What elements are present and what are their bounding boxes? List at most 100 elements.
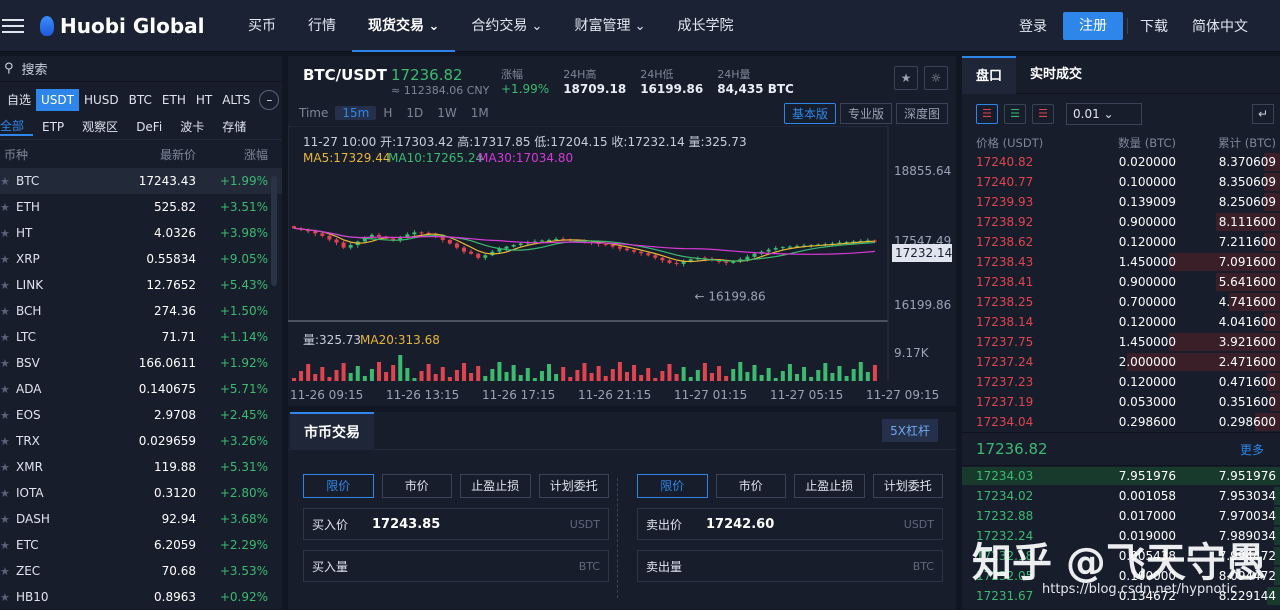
coin-row[interactable]: ★ ETH 525.82 +3.51% [0,194,282,220]
interval-select[interactable]: 15m [335,106,377,120]
coin-row[interactable]: ★ BCH 274.36 +1.50% [0,298,282,324]
star-icon[interactable]: ★ [0,487,16,500]
subtab-polkadot[interactable]: 波卡 [171,118,213,135]
orderbook-row[interactable]: 17238.25 0.700000 4.741600 [962,292,1280,312]
star-icon[interactable]: ★ [0,331,16,344]
tab-btc[interactable]: BTC [124,89,157,111]
view-depth[interactable]: 深度图 [895,102,948,124]
coin-row[interactable]: ★ LINK 12.7652 +5.43% [0,272,282,298]
coin-row[interactable]: ★ HB10 0.8963 +0.92% [0,584,282,610]
coin-row[interactable]: ★ ZEC 70.68 +3.53% [0,558,282,584]
tab-alts[interactable]: ALTS [217,89,255,111]
logo[interactable]: Huobi Global [40,14,210,38]
tab-husd[interactable]: HUSD [79,89,124,111]
order-plan[interactable]: 计划委托 [872,474,943,498]
orderbook-row[interactable]: 17237.24 2.000000 2.471600 [962,352,1280,372]
tab-ht[interactable]: HT [191,89,217,111]
star-icon[interactable]: ★ [0,513,16,526]
coin-row[interactable]: ★ LTC 71.71 +1.14% [0,324,282,350]
buy-price-field[interactable]: 买入价 17243.85 USDT [303,508,609,540]
coin-row[interactable]: ★ EOS 2.9708 +2.45% [0,402,282,428]
orderbook-row[interactable]: 17238.14 0.120000 4.041600 [962,312,1280,332]
order-market[interactable]: 市价 [715,474,786,498]
order-plan[interactable]: 计划委托 [538,474,609,498]
coin-row[interactable]: ★ IOTA 0.3120 +2.80% [0,480,282,506]
col-coin[interactable]: 币种 [0,146,96,163]
download-link[interactable]: 下载 [1128,16,1180,36]
scrollbar[interactable] [271,176,277,286]
nav-buy-coin[interactable]: 买币 [232,0,292,52]
coin-row[interactable]: ★ DASH 92.94 +3.68% [0,506,282,532]
star-icon[interactable]: ★ [0,201,16,214]
star-icon[interactable]: ★ [0,357,16,370]
orderbook-row[interactable]: 17234.03 7.951976 7.951976 [962,466,1280,486]
time-label[interactable]: Time [292,106,335,120]
coin-row[interactable]: ★ ADA 0.140675 +5.71% [0,376,282,402]
view-basic[interactable]: 基本版 [783,102,836,124]
coin-row[interactable]: ★ BTC 17243.43 +1.99% [0,168,282,194]
asks-view-icon[interactable]: ☰ [1032,104,1054,124]
sell-price-field[interactable]: 卖出价 17242.60 USDT [637,508,943,540]
bids-view-icon[interactable]: ☰ [1004,104,1026,124]
interval-1d[interactable]: 1D [399,106,430,120]
coin-row[interactable]: ★ XMR 119.88 +5.31% [0,454,282,480]
nav-academy[interactable]: 成长学院 [661,0,749,52]
theme-icon[interactable]: ☼ [924,66,948,90]
tab-spot-trade[interactable]: 市币交易 [290,411,374,450]
tab-favorites[interactable]: 自选 [2,89,36,111]
orderbook-row[interactable]: 17238.62 0.120000 7.211600 [962,232,1280,252]
star-icon[interactable]: ★ [0,591,16,604]
coin-row[interactable]: ★ BSV 166.0611 +1.92% [0,350,282,376]
star-icon[interactable]: ★ [0,565,16,578]
leverage-button[interactable]: 5X杠杆 [882,419,938,442]
order-limit[interactable]: 限价 [303,474,374,498]
register-button[interactable]: 注册 [1063,11,1123,40]
tab-usdt[interactable]: USDT [36,89,79,111]
coin-row[interactable]: ★ XRP 0.55834 +9.05% [0,246,282,272]
star-icon[interactable]: ★ [0,409,16,422]
star-icon[interactable]: ★ [0,279,16,292]
interval-h[interactable]: H [376,106,399,120]
more-icon[interactable]: – [259,90,280,110]
coin-row[interactable]: ★ TRX 0.029659 +3.26% [0,428,282,454]
star-icon[interactable]: ★ [0,227,16,240]
coin-row[interactable]: ★ ETC 6.2059 +2.29% [0,532,282,558]
subtab-storage[interactable]: 存储 [213,118,255,135]
star-icon[interactable]: ★ [0,253,16,266]
nav-wealth[interactable]: 财富管理 [558,0,661,52]
orderbook-row[interactable]: 17240.77 0.100000 8.350609 [962,172,1280,192]
star-icon[interactable]: ★ [0,461,16,474]
orderbook-row[interactable]: 17237.23 0.120000 0.471600 [962,372,1280,392]
col-change[interactable]: 涨幅 [196,146,268,163]
star-icon[interactable]: ★ [0,175,16,188]
orderbook-row[interactable]: 17238.43 1.450000 7.091600 [962,252,1280,272]
subtab-etp[interactable]: ETP [33,120,73,134]
orderbook-row[interactable]: 17237.19 0.053000 0.351600 [962,392,1280,412]
tab-trades[interactable]: 实时成交 [1016,56,1096,94]
nav-spot[interactable]: 现货交易 [352,0,456,52]
pair-symbol[interactable]: BTC/USDT [303,66,391,84]
order-stop[interactable]: 止盈止损 [460,474,531,498]
orderbook-row[interactable]: 17238.92 0.900000 8.111600 [962,212,1280,232]
subtab-defi[interactable]: DeFi [127,120,171,134]
coin-row[interactable]: ★ HT 4.0326 +3.98% [0,220,282,246]
menu-icon[interactable] [0,18,30,33]
sell-qty-field[interactable]: 卖出量 BTC [637,550,943,582]
interval-1m[interactable]: 1M [464,106,496,120]
settings-icon[interactable]: ↵ [1252,104,1274,124]
view-pro[interactable]: 专业版 [839,102,892,124]
subtab-watch[interactable]: 观察区 [73,118,127,135]
more-link[interactable]: 更多 [1240,441,1264,458]
buy-qty-field[interactable]: 买入量 BTC [303,550,609,582]
interval-1w[interactable]: 1W [430,106,464,120]
orderbook-row[interactable]: 17239.93 0.139009 8.250609 [962,192,1280,212]
login-link[interactable]: 登录 [1007,16,1059,36]
orderbook-row[interactable]: 17234.02 0.001058 7.953034 [962,486,1280,506]
search-input[interactable]: ⚲ 搜索 [0,56,282,82]
precision-select[interactable]: 0.01 ⌄ [1066,103,1142,125]
nav-markets[interactable]: 行情 [292,0,352,52]
language-select[interactable]: 简体中文 [1180,16,1260,36]
nav-contracts[interactable]: 合约交易 [455,0,558,52]
orderbook-row[interactable]: 17232.88 0.017000 7.970034 [962,506,1280,526]
orderbook-row[interactable]: 17234.04 0.298600 0.298600 [962,412,1280,432]
